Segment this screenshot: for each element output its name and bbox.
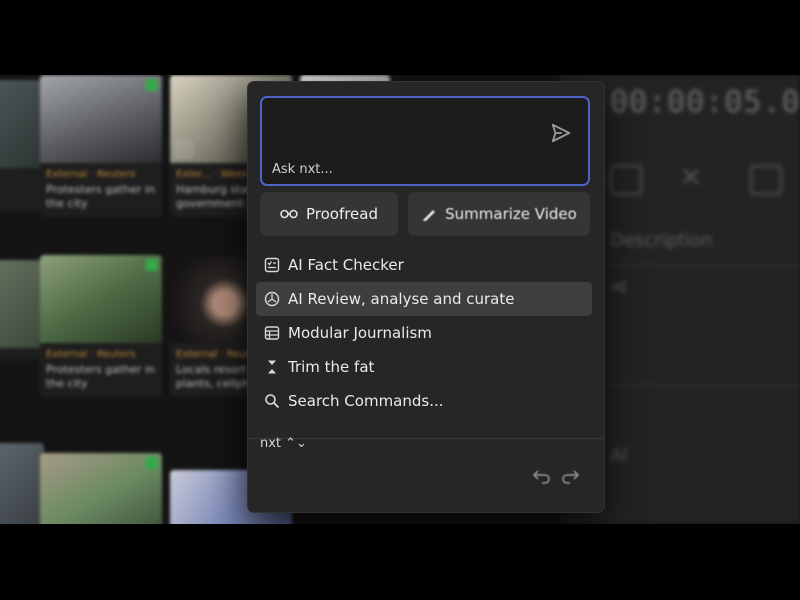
proofread-label: Proofread [305,205,379,223]
checklist-icon [264,257,280,273]
summarize-video-label: Summarize Video [445,205,577,223]
media-card[interactable]: External · Reuters Protesters gather in t… [40,75,162,217]
ai-command-palette: Proofread Summarize Video AI Fact Checke… [248,82,604,512]
ask-input[interactable] [262,154,588,184]
media-card[interactable] [0,443,44,524]
card-headline [0,177,38,205]
card-source: External · Reuters [46,349,136,360]
frame-icon[interactable] [610,165,642,195]
command-label: Search Commands... [288,392,444,410]
status-badge [146,259,158,271]
section-ai: AI [610,445,628,466]
command-ai-review[interactable]: AI Review, analyse and curate [256,282,592,316]
timecode: 00:00:05.0 [610,85,800,120]
trim-icon [268,360,276,374]
card-headline: Protesters gather in the city [46,183,155,210]
card-headline: Protesters gather in the city [46,363,155,390]
media-card[interactable] [0,80,44,211]
media-card[interactable] [0,260,44,360]
letterbox-top [0,0,800,75]
command-search-commands[interactable]: Search Commands... [256,384,592,418]
review-icon [264,291,280,307]
modules-icon [264,326,280,340]
command-label: Modular Journalism [288,324,432,342]
media-card[interactable] [40,453,162,524]
command-label: AI Fact Checker [288,256,404,274]
model-selector[interactable]: nxt ⌃⌄ [260,436,307,451]
lock-icon: ▢ [176,141,192,157]
proofread-button[interactable]: Proofread [260,192,398,236]
glasses-icon [280,209,298,219]
command-trim-the-fat[interactable]: Trim the fat [256,350,592,384]
media-card[interactable]: External · Reuters Protesters gather in t… [40,255,162,397]
pen-icon [423,210,436,221]
share-icon[interactable]: ⋖ [610,275,628,300]
inspector-toolbar: ✕ [590,155,800,205]
close-icon[interactable]: ✕ [680,165,708,191]
command-list: AI Fact Checker AI Review, analyse and c… [256,248,592,418]
panel-icon[interactable] [750,165,782,195]
status-badge [146,79,158,91]
redo-icon[interactable] [560,465,580,485]
section-description: Description [610,230,713,251]
ask-box[interactable] [260,96,590,186]
card-source: External · Reuters [46,169,136,180]
send-icon[interactable] [550,122,572,144]
command-modular-journalism[interactable]: Modular Journalism [256,316,592,350]
search-icon [265,394,280,409]
command-label: Trim the fat [288,358,375,376]
command-ai-fact-checker[interactable]: AI Fact Checker [256,248,592,282]
divider [600,385,800,386]
letterbox-bottom [0,524,800,600]
summarize-video-button[interactable]: Summarize Video [408,192,590,236]
command-label: AI Review, analyse and curate [288,290,515,308]
status-badge [146,457,158,469]
undo-icon[interactable] [532,465,552,485]
divider [600,265,800,266]
